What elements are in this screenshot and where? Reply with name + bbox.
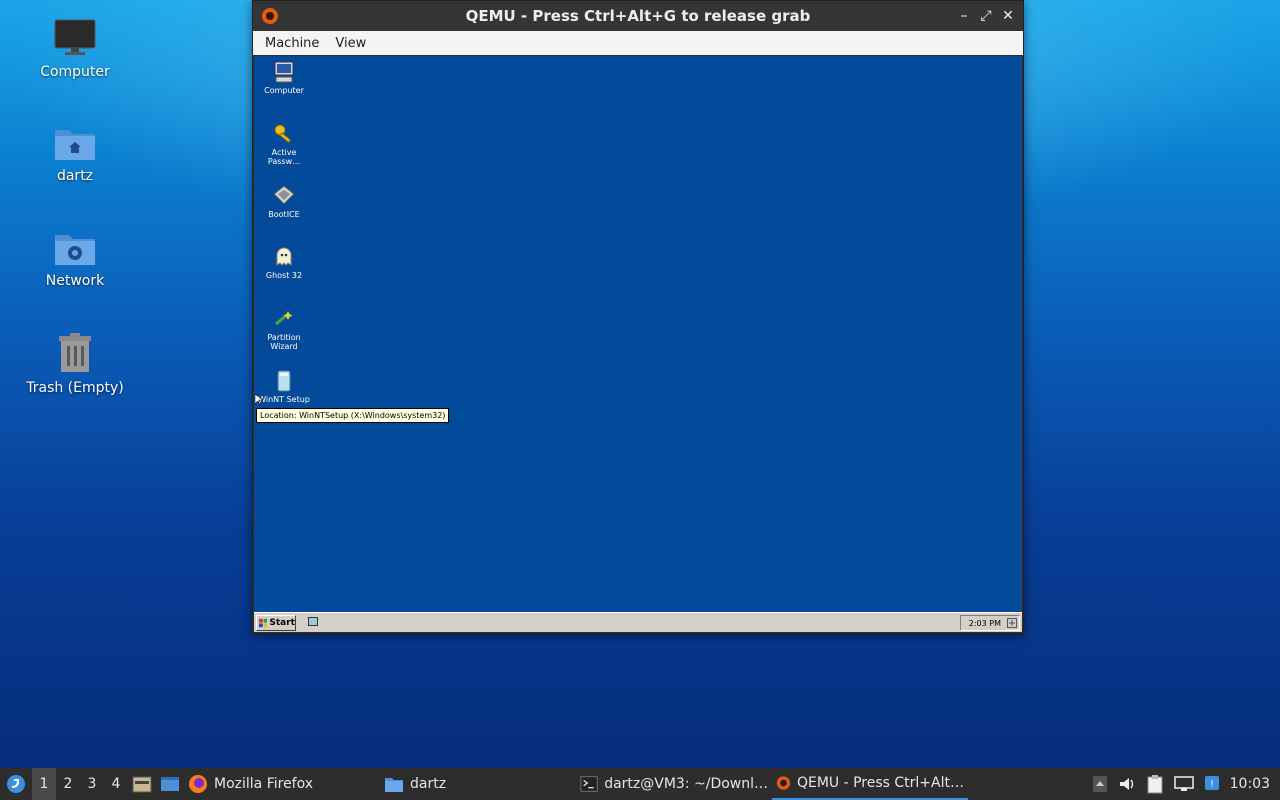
guest-icon-label: Computer [264, 86, 304, 95]
desktop-icon-label: Network [45, 273, 105, 289]
task-dartz[interactable]: dartz [380, 768, 576, 800]
desktop-icon-dartz[interactable]: dartz [15, 124, 135, 184]
bootice-icon [273, 185, 295, 205]
network-icon[interactable] [1173, 775, 1194, 793]
guest-system-tray: 2:03 PM [960, 615, 1020, 631]
menu-view[interactable]: View [327, 36, 374, 51]
volume-icon[interactable] [1118, 775, 1136, 793]
guest-icon-label: BootICE [268, 210, 300, 219]
task-label: QEMU - Press Ctrl+Alt… [796, 775, 964, 791]
trash-icon [59, 333, 91, 372]
guest-icon-label: Partition Wizard [267, 333, 301, 351]
desktop-folder-icon [161, 777, 179, 791]
key-icon [274, 124, 292, 144]
desktop-icon-computer[interactable]: Computer [15, 18, 135, 80]
qemu-icon [776, 776, 791, 790]
start-button[interactable]: Start [256, 615, 296, 631]
guest-icon-label: WinNT Setup [258, 395, 310, 404]
task-firefox[interactable]: Mozilla Firefox [184, 768, 380, 800]
qemu-icon [262, 8, 278, 24]
quicklaunch-desktop[interactable] [156, 768, 184, 800]
guest-icon-label: Ghost 32 [265, 271, 303, 280]
host-clock: 10:03 [1229, 776, 1270, 792]
desktop-icon-label: Trash (Empty) [26, 380, 124, 396]
desktop-icon-label: dartz [56, 168, 94, 184]
workspace-2[interactable]: 2 [56, 768, 80, 800]
window-title: QEMU - Press Ctrl+Alt+G to release grab [465, 7, 811, 25]
tooltip: Location: WinNTSetup (X:\Windows\system3… [256, 408, 450, 423]
task-label: Mozilla Firefox [214, 776, 314, 792]
task-qemu[interactable]: QEMU - Press Ctrl+Alt… [772, 768, 968, 800]
network-folder-icon [55, 235, 95, 265]
task-label: dartz@VM3: ~/Downl… [604, 776, 768, 792]
firefox-icon [189, 775, 207, 793]
notification-icon[interactable]: ! [1204, 775, 1220, 793]
quicklaunch-file-manager[interactable] [128, 768, 156, 800]
task-terminal[interactable]: dartz@VM3: ~/Downl… [576, 768, 772, 800]
distro-logo-icon [7, 775, 25, 793]
close-button[interactable]: ✕ [999, 7, 1017, 25]
guest-desktop[interactable]: Computer Active Passw… BootICE Ghost 32 [254, 56, 1022, 632]
svg-text:!: ! [1210, 779, 1214, 790]
desktop-icon-label: Computer [40, 64, 110, 80]
start-label: Start [269, 618, 295, 628]
desktop-icon-network[interactable]: Network [15, 229, 135, 289]
guest-icon-partition-wizard[interactable]: Partition Wizard [256, 307, 312, 351]
guest-icon-ghost32[interactable]: Ghost 32 [256, 245, 312, 280]
setup-disc-icon [277, 370, 291, 392]
guest-icon-winnt-setup[interactable]: WinNT Setup [256, 369, 312, 404]
guest-clock: 2:03 PM [968, 618, 1001, 628]
qemu-menubar: Machine View [253, 31, 1023, 55]
desktop-icon-trash[interactable]: Trash (Empty) [15, 332, 135, 396]
guest-icon-computer[interactable]: Computer [256, 60, 312, 95]
mouse-cursor-icon [255, 394, 263, 406]
qemu-window[interactable]: QEMU - Press Ctrl+Alt+G to release grab … [252, 0, 1024, 634]
clipboard-icon[interactable] [1146, 774, 1164, 794]
windows-logo-icon [259, 618, 268, 628]
maximize-button[interactable]: ⤢ [977, 7, 995, 25]
ghost-icon [276, 247, 292, 266]
task-label: dartz [410, 776, 447, 792]
guest-taskbar: Start 2:03 PM [254, 612, 1022, 632]
guest-icon-bootice[interactable]: BootICE [256, 184, 312, 219]
minimize-button[interactable]: – [955, 7, 973, 25]
host-taskbar: 1 2 3 4 Mozilla Firefox dartz dartz@VM3:… [0, 768, 1280, 800]
workspace-1[interactable]: 1 [32, 768, 56, 800]
computer-icon [274, 61, 294, 83]
file-manager-icon [132, 776, 152, 793]
terminal-icon [580, 776, 598, 792]
home-folder-icon [55, 130, 95, 160]
tray-app-icon[interactable] [1007, 618, 1017, 628]
app-menu-button[interactable] [0, 768, 32, 800]
folder-icon [385, 778, 403, 792]
menu-machine[interactable]: Machine [257, 36, 327, 51]
qemu-titlebar[interactable]: QEMU - Press Ctrl+Alt+G to release grab … [253, 1, 1023, 31]
tray-expand-icon[interactable] [1092, 775, 1108, 793]
workspace-4[interactable]: 4 [104, 768, 128, 800]
guest-icon-active-password[interactable]: Active Passw… [256, 122, 312, 166]
guest-icon-label: Active Passw… [267, 148, 301, 166]
workspace-3[interactable]: 3 [80, 768, 104, 800]
show-desktop-icon[interactable] [308, 617, 318, 626]
wand-icon [275, 311, 293, 326]
monitor-icon [54, 19, 96, 55]
